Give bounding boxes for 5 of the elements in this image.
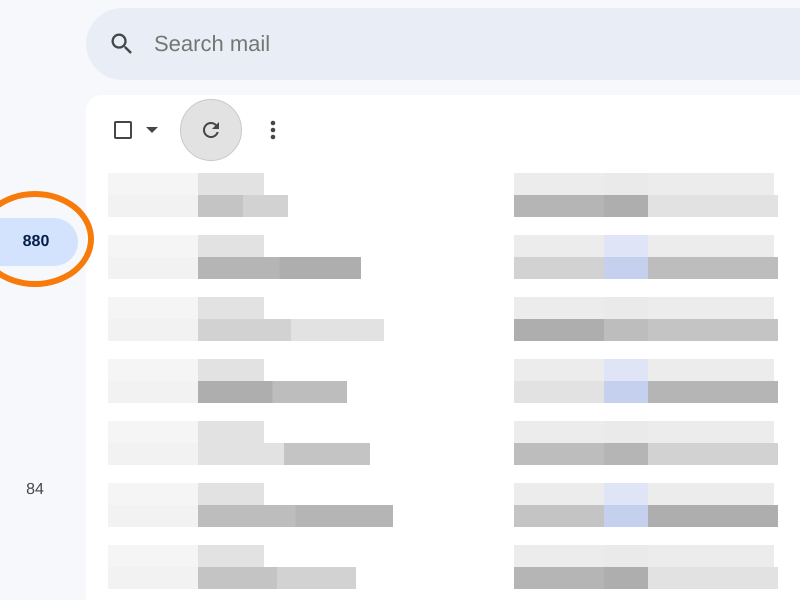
unread-count[interactable]: 84 xyxy=(0,474,70,506)
caret-icon[interactable] xyxy=(146,127,158,133)
select-checkbox[interactable] xyxy=(114,121,132,139)
unread-count[interactable]: 880 xyxy=(0,218,78,266)
more-icon[interactable] xyxy=(270,120,276,140)
